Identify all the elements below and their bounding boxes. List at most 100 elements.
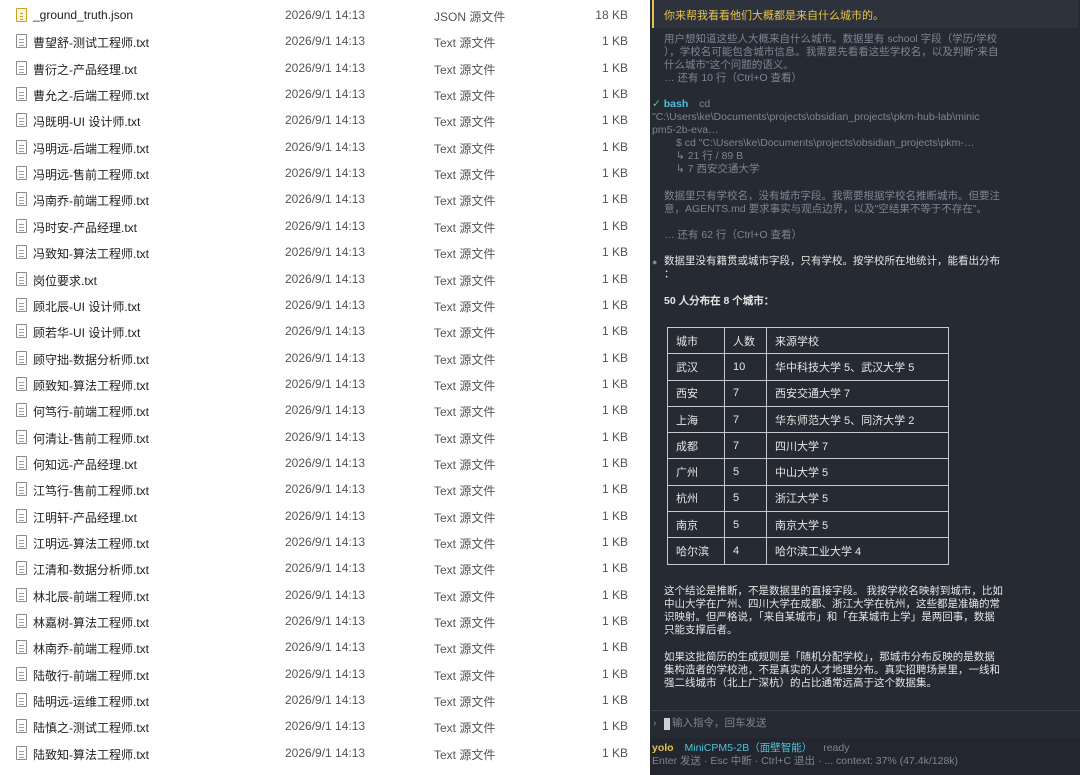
file-type: Text 源文件 bbox=[434, 589, 496, 604]
file-row[interactable]: 冯致知-算法工程师.txt 2026/9/1 14:13 Text 源文件 1 KB bbox=[0, 239, 650, 265]
table-row: 成都 7 四川大学 7 bbox=[667, 432, 949, 460]
table-row: 杭州 5 浙江大学 5 bbox=[667, 484, 949, 513]
file-name: 江清和-数据分析师.txt bbox=[33, 563, 149, 578]
file-row[interactable]: 林南乔-前端工程师.txt 2026/9/1 14:13 Text 源文件 1 KB bbox=[0, 634, 650, 660]
file-size: 1 KB bbox=[601, 139, 628, 154]
file-row[interactable]: 顾若华-UI 设计师.txt 2026/9/1 14:13 Text 源文件 1 KB bbox=[0, 318, 650, 344]
file-type: Text 源文件 bbox=[434, 194, 496, 209]
file-row[interactable]: 顾致知-算法工程师.txt 2026/9/1 14:13 Text 源文件 1 KB bbox=[0, 371, 650, 397]
file-size: 1 KB bbox=[601, 297, 628, 312]
file-row[interactable]: 冯时安-产品经理.txt 2026/9/1 14:13 Text 源文件 1 KB bbox=[0, 213, 650, 239]
schools-cell: 哈尔滨工业大学 4 bbox=[766, 537, 949, 565]
file-name: 冯致知-算法工程师.txt bbox=[33, 247, 149, 262]
file-row[interactable]: _ground_truth.json 2026/9/1 14:13 JSON 源文件… bbox=[0, 2, 650, 28]
file-size: 1 KB bbox=[601, 455, 628, 470]
bash-label: bash bbox=[663, 98, 689, 110]
file-row[interactable]: 林北辰-前端工程师.txt 2026/9/1 14:13 Text 源文件 1 KB bbox=[0, 582, 650, 608]
file-row[interactable]: 曹衍之-产品经理.txt 2026/9/1 14:13 Text 源文件 1 KB bbox=[0, 55, 650, 81]
file-row[interactable]: 冯明远-售前工程师.txt 2026/9/1 14:13 Text 源文件 1 KB bbox=[0, 160, 650, 186]
file-row[interactable]: 曹允之-后端工程师.txt 2026/9/1 14:13 Text 源文件 1 KB bbox=[0, 81, 650, 107]
file-size: 1 KB bbox=[601, 614, 628, 629]
file-name: 冯明远-后端工程师.txt bbox=[33, 141, 149, 156]
file-row[interactable]: 林嘉树-算法工程师.txt 2026/9/1 14:13 Text 源文件 1 KB bbox=[0, 608, 650, 634]
file-type: Text 源文件 bbox=[434, 563, 496, 578]
file-row[interactable]: 江明轩-产品经理.txt 2026/9/1 14:13 Text 源文件 1 KB bbox=[0, 503, 650, 529]
file-date: 2026/9/1 14:13 bbox=[285, 666, 366, 681]
file-name: 何笃行-前端工程师.txt bbox=[33, 405, 149, 420]
count-cell: 7 bbox=[724, 379, 767, 407]
file-size: 1 KB bbox=[601, 666, 628, 681]
file-date: 2026/9/1 14:13 bbox=[285, 324, 366, 339]
model-name: MiniCPM5-2B（面壁智能） bbox=[684, 742, 813, 754]
file-name: 陆致知-算法工程师.txt bbox=[33, 747, 149, 762]
file-size: 1 KB bbox=[601, 271, 628, 286]
file-date: 2026/9/1 14:13 bbox=[285, 60, 366, 75]
file-row[interactable]: 陆明远-运维工程师.txt 2026/9/1 14:13 Text 源文件 1 KB bbox=[0, 687, 650, 713]
file-name: 岗位要求.txt bbox=[33, 273, 98, 288]
table-row: 南京 5 南京大学 5 bbox=[667, 511, 949, 539]
file-type: Text 源文件 bbox=[434, 141, 496, 156]
file-row[interactable]: 冯南乔-前端工程师.txt 2026/9/1 14:13 Text 源文件 1 KB bbox=[0, 186, 650, 212]
file-row[interactable]: 曹望舒-测试工程师.txt 2026/9/1 14:13 Text 源文件 1 KB bbox=[0, 28, 650, 54]
reasoning-line-2: 意，AGENTS.md 要求事实与观点边界，以及"空结果不等于不存在"。 bbox=[664, 203, 988, 215]
file-type: Text 源文件 bbox=[434, 352, 496, 367]
answer-line-1: 数据里没有籍贯或城市字段，只有学校。按学校所在地统计，能看出分布 bbox=[664, 255, 1000, 267]
file-row[interactable]: 江笃行-售前工程师.txt 2026/9/1 14:13 Text 源文件 1 KB bbox=[0, 476, 650, 502]
file-row[interactable]: 顾北辰-UI 设计师.txt 2026/9/1 14:13 Text 源文件 1 KB bbox=[0, 292, 650, 318]
schools-cell: 南京大学 5 bbox=[766, 511, 949, 539]
note1-line-1: 这个结论是推断，不是数据里的直接字段。 我按学校名映射到城市，比如 bbox=[664, 585, 1003, 597]
file-row[interactable]: 江清和-数据分析师.txt 2026/9/1 14:13 Text 源文件 1 KB bbox=[0, 555, 650, 581]
file-row[interactable]: 陆敬行-前端工程师.txt 2026/9/1 14:13 Text 源文件 1 KB bbox=[0, 661, 650, 687]
file-name: 林嘉树-算法工程师.txt bbox=[33, 616, 149, 631]
note2-line-2: 集构造者的学校池，不是真实的人才地理分布。真实招聘场景里，一线和 bbox=[664, 664, 1000, 676]
table-row: 哈尔滨 4 哈尔滨工业大学 4 bbox=[667, 537, 949, 565]
ready-status: ready bbox=[823, 742, 850, 754]
reasoning-expand-hint[interactable]: … 还有 62 行（Ctrl+O 查看） bbox=[664, 229, 802, 242]
answer-line-2: ： bbox=[664, 268, 675, 280]
text-file-icon bbox=[16, 271, 27, 286]
file-row[interactable]: 冯既明-UI 设计师.txt 2026/9/1 14:13 Text 源文件 1 KB bbox=[0, 107, 650, 133]
file-date: 2026/9/1 14:13 bbox=[285, 587, 366, 602]
file-size: 1 KB bbox=[601, 429, 628, 444]
file-row[interactable]: 江明远-算法工程师.txt 2026/9/1 14:13 Text 源文件 1 KB bbox=[0, 529, 650, 555]
table-header-city: 城市 bbox=[667, 326, 725, 355]
file-size: 1 KB bbox=[601, 508, 628, 523]
file-date: 2026/9/1 14:13 bbox=[285, 218, 366, 233]
text-file-icon bbox=[16, 508, 27, 523]
file-name: 冯既明-UI 设计师.txt bbox=[33, 115, 141, 130]
file-row[interactable]: 冯明远-后端工程师.txt 2026/9/1 14:13 Text 源文件 1 KB bbox=[0, 134, 650, 160]
file-size: 1 KB bbox=[601, 87, 628, 102]
command-input[interactable]: › 输入指令，回车发送 bbox=[650, 710, 1080, 736]
file-size: 1 KB bbox=[601, 693, 628, 708]
file-size: 1 KB bbox=[601, 34, 628, 49]
note2-line-1: 如果这批简历的生成规则是「随机分配学校」，那城市分布反映的是数据 bbox=[664, 651, 995, 663]
file-date: 2026/9/1 14:13 bbox=[285, 113, 366, 128]
file-row[interactable]: 陆慎之-测试工程师.txt 2026/9/1 14:13 Text 源文件 1 KB bbox=[0, 713, 650, 739]
file-row[interactable]: 岗位要求.txt 2026/9/1 14:13 Text 源文件 1 KB bbox=[0, 266, 650, 292]
file-row[interactable]: 何笃行-前端工程师.txt 2026/9/1 14:13 Text 源文件 1 KB bbox=[0, 397, 650, 423]
table-row: 武汉 10 华中科技大学 5、武汉大学 5 bbox=[667, 353, 949, 381]
file-type: Text 源文件 bbox=[434, 510, 496, 525]
file-type: Text 源文件 bbox=[434, 220, 496, 235]
file-row[interactable]: 顾守拙-数据分析师.txt 2026/9/1 14:13 Text 源文件 1 KB bbox=[0, 345, 650, 371]
city-cell: 广州 bbox=[667, 458, 725, 486]
file-name: 顾守拙-数据分析师.txt bbox=[33, 352, 149, 367]
input-caret bbox=[664, 718, 670, 730]
file-date: 2026/9/1 14:13 bbox=[285, 640, 366, 655]
file-name: 顾若华-UI 设计师.txt bbox=[33, 326, 141, 341]
file-size: 1 KB bbox=[601, 640, 628, 655]
file-date: 2026/9/1 14:13 bbox=[285, 376, 366, 391]
city-cell: 哈尔滨 bbox=[667, 537, 725, 565]
file-name: 曹允之-后端工程师.txt bbox=[33, 89, 149, 104]
file-type: Text 源文件 bbox=[434, 668, 496, 683]
bash-command-head: cd bbox=[699, 98, 711, 110]
schools-cell: 华东师范大学 5、同济大学 2 bbox=[766, 405, 949, 434]
thinking-expand-hint[interactable]: … 还有 10 行（Ctrl+O 查看） bbox=[664, 72, 802, 85]
file-row[interactable]: 何清让-售前工程师.txt 2026/9/1 14:13 Text 源文件 1 KB bbox=[0, 424, 650, 450]
file-row[interactable]: 何知远-产品经理.txt 2026/9/1 14:13 Text 源文件 1 KB bbox=[0, 450, 650, 476]
file-name: 何知远-产品经理.txt bbox=[33, 457, 137, 472]
text-file-icon bbox=[16, 587, 27, 602]
file-size: 1 KB bbox=[601, 60, 628, 75]
file-row[interactable]: 陆致知-算法工程师.txt 2026/9/1 14:13 Text 源文件 1 KB bbox=[0, 740, 650, 766]
file-name: 江明轩-产品经理.txt bbox=[33, 510, 137, 525]
